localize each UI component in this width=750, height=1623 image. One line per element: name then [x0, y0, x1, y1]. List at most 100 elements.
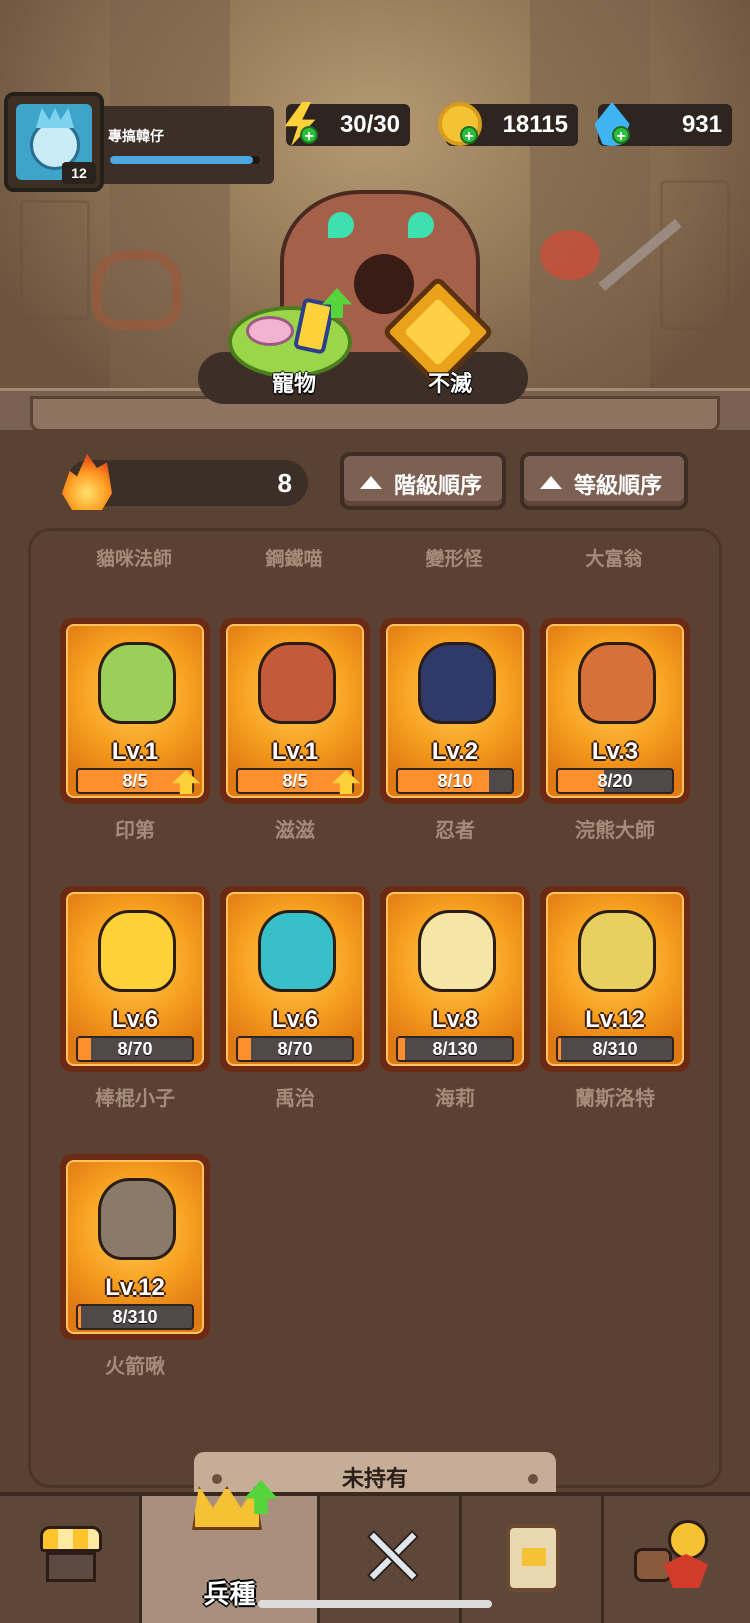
- shard-progress-bar: 8/10: [396, 768, 514, 794]
- shard-progress-bar: 8/20: [556, 768, 674, 794]
- shard-progress-text: 8/10: [437, 771, 473, 791]
- shard-progress-text: 8/20: [597, 771, 633, 791]
- unit-card[interactable]: Lv.12 8/310: [60, 1154, 210, 1340]
- unit-level: Lv.1: [111, 738, 159, 765]
- gem-value: 931: [681, 111, 722, 138]
- unit-card[interactable]: Lv.1 8/5: [60, 618, 210, 804]
- xp-bar-fill: [110, 156, 253, 164]
- energy-value: 30/30: [339, 111, 400, 138]
- battle-scene: 專搞韓仔 12 + 30/30 + 18115 + 931 寵物 不滅: [0, 0, 750, 430]
- shard-progress-bar: 8/130: [396, 1036, 514, 1062]
- card-face: Lv.8 8/130: [386, 892, 524, 1066]
- unit-portrait: [418, 642, 496, 724]
- golem-eye: [408, 212, 434, 238]
- player-level-badge: 12: [62, 162, 96, 184]
- pet-icon: [634, 1520, 714, 1590]
- unit-card[interactable]: Lv.12 8/310: [540, 886, 690, 1072]
- unit-level: Lv.6: [111, 1006, 159, 1033]
- player-info[interactable]: 專搞韓仔: [104, 106, 274, 184]
- nav-shop[interactable]: [0, 1496, 142, 1623]
- crossed-swords-icon: [360, 1524, 424, 1588]
- shard-progress-text: 8/310: [592, 1039, 638, 1059]
- card-crown-emblem: [522, 1548, 546, 1566]
- unit-name: 火箭啾: [105, 1356, 165, 1378]
- unit-name: 印第: [115, 820, 155, 842]
- unit-portrait: [98, 1178, 176, 1260]
- card-face: Lv.12 8/310: [66, 1160, 204, 1334]
- unit-card[interactable]: Lv.6 8/70: [220, 886, 370, 1072]
- card-face: Lv.1 8/5: [66, 624, 204, 798]
- card-face: Lv.12 8/310: [546, 892, 684, 1066]
- power-value: 8: [277, 468, 292, 498]
- pet-label[interactable]: 寵物: [272, 366, 316, 398]
- unit-name: 浣熊大師: [575, 820, 655, 842]
- unit-name: 鋼鐵喵: [265, 549, 323, 570]
- shard-progress-text: 8/70: [277, 1039, 313, 1059]
- unit-name: 大富翁: [585, 549, 643, 570]
- unit-portrait: [258, 642, 336, 724]
- unowned-label: 未持有: [341, 1466, 408, 1491]
- swordsman-silhouette: [540, 219, 682, 310]
- helmet-silhouette: [92, 250, 182, 330]
- card-face: Lv.3 8/20: [546, 624, 684, 798]
- shard-progress-text: 8/310: [112, 1307, 158, 1327]
- xp-bar: [110, 156, 260, 164]
- ice-crown-icon: [36, 108, 74, 128]
- add-gem-icon[interactable]: +: [612, 126, 630, 145]
- unit-card[interactable]: Lv.3 8/20: [540, 618, 690, 804]
- unit-portrait: [418, 910, 496, 992]
- unit-name: 禹治: [275, 1088, 315, 1110]
- gem-counter[interactable]: + 931: [594, 102, 732, 146]
- unit-name: 海莉: [435, 1088, 475, 1110]
- gold-counter[interactable]: + 18115: [438, 102, 578, 146]
- shard-progress-bar: 8/70: [236, 1036, 354, 1062]
- stone-pillar: [530, 0, 650, 400]
- unit-level: Lv.1: [271, 738, 319, 765]
- unit-card[interactable]: Lv.2 8/10: [380, 618, 530, 804]
- shop-awning: [40, 1526, 102, 1552]
- shop-icon: [40, 1526, 102, 1584]
- shop-counter: [46, 1552, 96, 1582]
- unit-level: Lv.8: [431, 1006, 479, 1033]
- unit-card[interactable]: Lv.6 8/70: [60, 886, 210, 1072]
- unit-level: Lv.12: [585, 1006, 645, 1033]
- unit-card[interactable]: Lv.1 8/5: [220, 618, 370, 804]
- wall-carving: [660, 180, 730, 330]
- stone-pillar: [110, 0, 230, 400]
- gold-value: 18115: [502, 111, 568, 138]
- shard-progress-bar: 8/310: [76, 1304, 194, 1330]
- unit-portrait: [578, 910, 656, 992]
- player-avatar[interactable]: 12: [4, 92, 104, 192]
- unit-portrait: [98, 642, 176, 724]
- add-gold-icon[interactable]: +: [460, 126, 478, 145]
- unit-name: 變形怪: [425, 549, 483, 570]
- unit-name: 蘭斯洛特: [575, 1088, 655, 1110]
- golem-eye: [328, 212, 354, 238]
- shard-progress-bar: 8/310: [556, 1036, 674, 1062]
- add-energy-icon[interactable]: +: [300, 126, 318, 145]
- sort-by-level-button[interactable]: 等級順序: [520, 452, 688, 510]
- swordsman-head: [540, 230, 600, 280]
- shard-progress-text: 8/70: [117, 1039, 153, 1059]
- card-face: Lv.6 8/70: [66, 892, 204, 1066]
- home-indicator[interactable]: [258, 1600, 492, 1608]
- axolotl-pet-icon: [246, 316, 294, 346]
- unit-portrait: [98, 910, 176, 992]
- wall-carving: [20, 200, 90, 320]
- unit-name: 貓咪法師: [95, 549, 172, 570]
- sort-by-grade-label: 階級順序: [394, 473, 483, 498]
- unit-name: 忍者: [435, 820, 475, 842]
- card-icon: [506, 1524, 560, 1592]
- card-face: Lv.2 8/10: [386, 624, 524, 798]
- card-face: Lv.1 8/5: [226, 624, 364, 798]
- energy-counter[interactable]: + 30/30: [284, 102, 410, 146]
- shard-progress-bar: 8/70: [76, 1036, 194, 1062]
- unit-level: Lv.12: [105, 1274, 165, 1301]
- sort-by-grade-button[interactable]: 階級順序: [340, 452, 506, 510]
- nav-pets[interactable]: [604, 1496, 750, 1623]
- decor-rivet: [212, 1474, 222, 1484]
- unit-portrait: [258, 910, 336, 992]
- immortal-label[interactable]: 不滅: [428, 366, 472, 398]
- shard-progress-text: 8/130: [432, 1039, 478, 1059]
- unit-card[interactable]: Lv.8 8/130: [380, 886, 530, 1072]
